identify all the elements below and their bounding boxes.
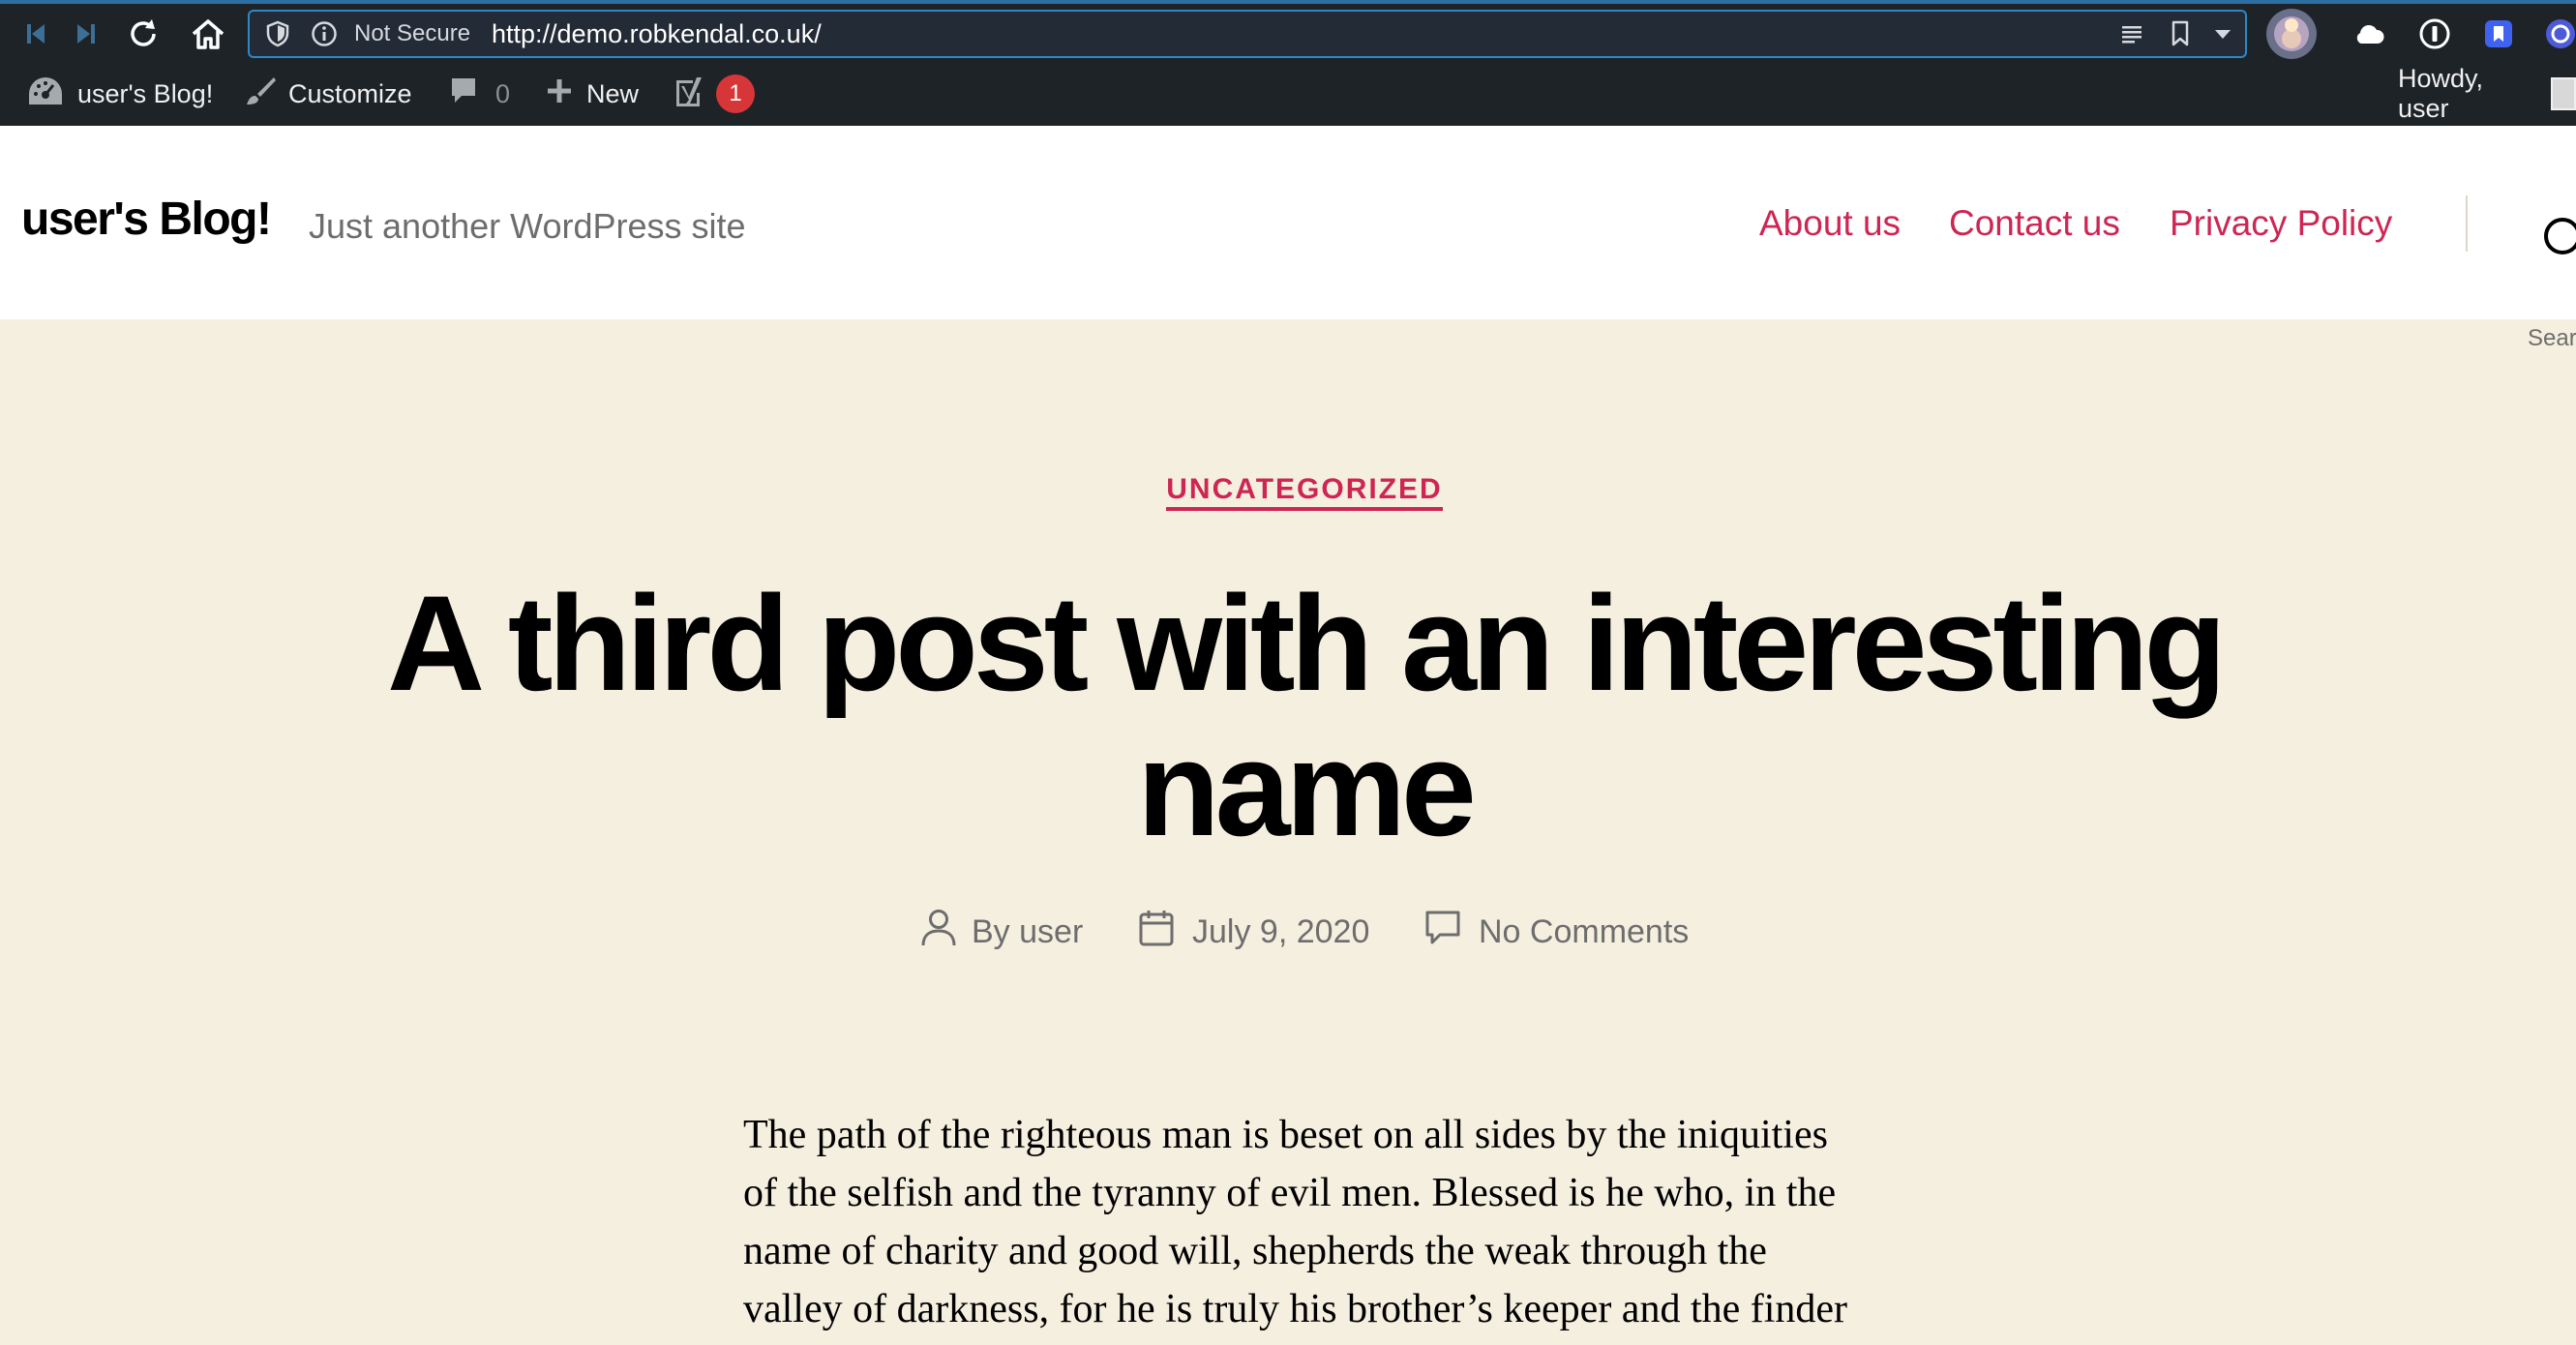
nav-contact-us[interactable]: Contact us (1949, 203, 2120, 244)
category-link[interactable]: UNCATEGORIZED (1166, 473, 1443, 511)
user-avatar (2551, 77, 2576, 110)
post-title-line-2: name (1137, 712, 1477, 864)
site-description: Just another WordPress site (309, 206, 746, 246)
post-content-line: name of charity and good will, shepherds… (743, 1229, 1767, 1273)
search-toggle[interactable]: Sear (2520, 195, 2576, 351)
calendar-icon (1138, 909, 1175, 956)
post-author[interactable]: By user (919, 908, 1084, 957)
paintbrush-icon (244, 75, 277, 114)
comment-icon (1424, 909, 1461, 956)
wp-admin-bar: user's Blog! Customize 0 New 1 Howdy, us… (0, 62, 2576, 126)
post-content-line: valley of darkness, for he is truly his … (743, 1287, 1848, 1331)
bookmark-icon[interactable] (2166, 12, 2195, 56)
extension-icon[interactable] (2541, 12, 2576, 56)
reader-view-icon[interactable] (2117, 12, 2146, 56)
nav-privacy-policy[interactable]: Privacy Policy (2170, 203, 2392, 244)
admin-bar-comments-count: 0 (495, 78, 511, 108)
avatar[interactable] (2264, 8, 2319, 60)
search-label: Sear (2528, 325, 2576, 351)
post-date[interactable]: July 9, 2020 (1138, 910, 1369, 954)
admin-bar-my-account[interactable]: Howdy, user (2398, 62, 2576, 126)
header-divider (2466, 195, 2468, 252)
post-date-label: July 9, 2020 (1192, 912, 1370, 950)
security-status-label: Not Secure (354, 20, 471, 46)
admin-bar-site-name: user's Blog! (77, 78, 214, 108)
password-manager-icon[interactable] (2415, 12, 2454, 56)
admin-bar-site-link[interactable]: user's Blog! (27, 62, 213, 126)
user-icon (919, 908, 958, 957)
post-comments-label: No Comments (1479, 912, 1690, 950)
chevron-down-icon[interactable] (2208, 12, 2237, 56)
admin-bar-new-content[interactable]: New (546, 62, 639, 126)
admin-bar-comments[interactable]: 0 (449, 62, 510, 126)
dashboard-icon (27, 75, 64, 114)
admin-bar-yoast[interactable]: 1 (672, 62, 755, 126)
post-content-line: of the selfish and the tyranny of evil m… (743, 1171, 1837, 1215)
info-icon[interactable] (310, 12, 339, 56)
yoast-icon (672, 74, 706, 115)
post-comments[interactable]: No Comments (1424, 910, 1689, 954)
reload-icon[interactable] (122, 12, 165, 56)
cloud-icon[interactable] (2350, 12, 2388, 56)
post-title-line-1: A third post with an interesting (387, 567, 2227, 719)
browser-toolbar: Not Secure http://demo.robkendal.co.uk/ (0, 0, 2576, 62)
plus-icon (546, 77, 573, 111)
post-content: The path of the righteous man is beset o… (743, 1106, 1933, 1338)
comment-bubble-icon (449, 75, 478, 113)
post-content-line: The path of the righteous man is beset o… (743, 1113, 1828, 1157)
bookmark-extension-icon[interactable] (2479, 12, 2518, 56)
admin-bar-customize[interactable]: Customize (244, 62, 412, 126)
admin-bar-greeting: Howdy, user (2398, 64, 2484, 123)
search-icon (2544, 218, 2576, 254)
site-header: user's Blog! Just another WordPress site… (0, 126, 2576, 351)
address-bar[interactable]: Not Secure http://demo.robkendal.co.uk/ (248, 10, 2247, 58)
yoast-notification-badge: 1 (716, 75, 755, 113)
skip-back-icon[interactable] (19, 12, 52, 56)
site-title[interactable]: user's Blog! (21, 193, 272, 246)
post-category: UNCATEGORIZED (0, 473, 2576, 511)
url-text[interactable]: http://demo.robkendal.co.uk/ (492, 12, 822, 56)
nav-about-us[interactable]: About us (1759, 203, 1901, 244)
skip-forward-icon[interactable] (70, 12, 103, 56)
shield-icon[interactable] (263, 12, 292, 56)
admin-bar-new-label: New (586, 78, 640, 108)
post-title[interactable]: A third post with an interesting name (387, 571, 2227, 864)
admin-bar-customize-label: Customize (288, 78, 412, 108)
home-icon[interactable] (186, 12, 230, 56)
post-author-label: By user (972, 912, 1084, 950)
